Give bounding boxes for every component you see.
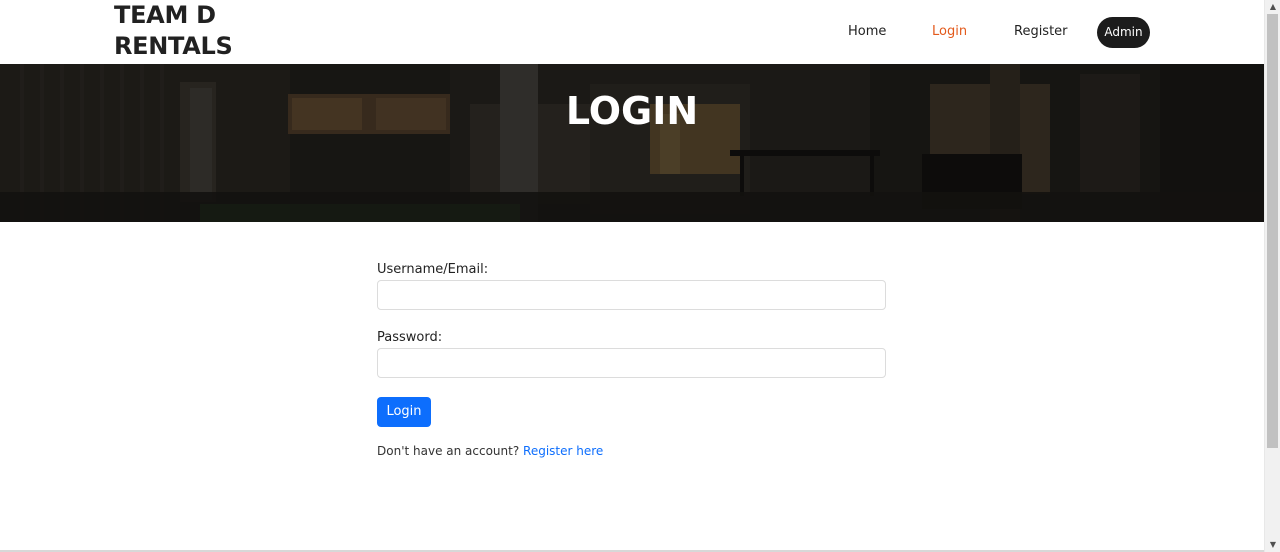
login-submit-button[interactable]: Login bbox=[377, 397, 431, 427]
site-header: TEAM D RENTALS Home Login Register Admin bbox=[0, 0, 1264, 64]
username-label: Username/Email: bbox=[377, 262, 489, 277]
nav-admin-button[interactable]: Admin bbox=[1097, 17, 1150, 48]
password-label: Password: bbox=[377, 330, 443, 345]
nav-login-link[interactable]: Login bbox=[932, 17, 967, 49]
scrollbar-thumb[interactable] bbox=[1267, 14, 1278, 448]
signup-prompt-text: Don't have an account? bbox=[377, 444, 524, 458]
nav-home-link[interactable]: Home bbox=[848, 17, 886, 49]
hero-banner: LOGIN bbox=[0, 64, 1264, 222]
vertical-scrollbar[interactable]: ▲ ▼ bbox=[1264, 0, 1280, 552]
page: TEAM D RENTALS Home Login Register Admin bbox=[0, 0, 1264, 552]
password-input[interactable] bbox=[377, 348, 886, 378]
register-here-link[interactable]: Register here bbox=[523, 444, 603, 458]
username-email-input[interactable] bbox=[377, 280, 886, 310]
signup-prompt: Don't have an account? Register here bbox=[377, 444, 603, 458]
scroll-up-arrow-icon[interactable]: ▲ bbox=[1265, 0, 1280, 14]
nav-register-link[interactable]: Register bbox=[1014, 17, 1068, 49]
scroll-down-arrow-icon[interactable]: ▼ bbox=[1265, 538, 1280, 552]
main-nav: Home Login Register Admin bbox=[0, 17, 1264, 49]
page-title: LOGIN bbox=[565, 89, 699, 133]
